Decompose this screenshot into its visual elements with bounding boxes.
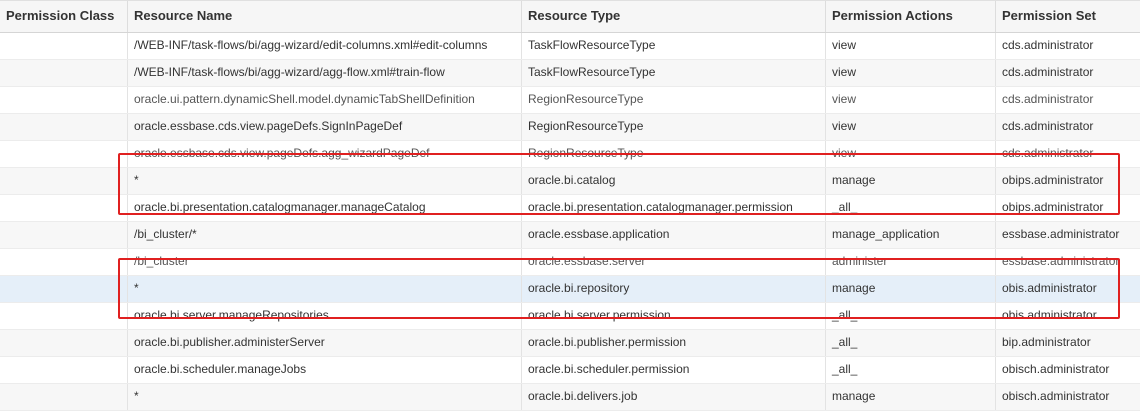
table-row[interactable]: oracle.bi.server.manageRepositories orac… — [0, 303, 1140, 330]
cell-permission-set: obisch.administrator — [1002, 362, 1110, 376]
cell-resource-type: oracle.bi.repository — [522, 276, 826, 302]
table-row[interactable]: oracle.ui.pattern.dynamicShell.model.dyn… — [0, 87, 1140, 114]
cell-permission-actions: view — [826, 141, 996, 167]
cell-permission-actions: view — [826, 87, 996, 113]
cell-resource-name: oracle.bi.server.manageRepositories — [128, 303, 522, 329]
cell-permission-actions: administer — [826, 249, 996, 275]
cell-permission-set: cds.administrator — [1002, 92, 1094, 106]
table-row[interactable]: oracle.bi.publisher.administerServer ora… — [0, 330, 1140, 357]
cell-resource-name: /bi_cluster — [128, 249, 522, 275]
cell-permission-class — [0, 87, 128, 113]
cell-permission-class — [0, 141, 128, 167]
cell-resource-name: * — [128, 384, 522, 410]
table-row[interactable]: * oracle.bi.catalog manage obips.adminis… — [0, 168, 1140, 195]
cell-resource-type: oracle.bi.catalog — [522, 168, 826, 194]
cell-resource-name: oracle.bi.scheduler.manageJobs — [128, 357, 522, 383]
cell-permission-class — [0, 303, 128, 329]
cell-permission-class — [0, 357, 128, 383]
cell-resource-name: oracle.bi.publisher.administerServer — [128, 330, 522, 356]
cell-permission-actions: _all_ — [826, 330, 996, 356]
cell-permission-class — [0, 195, 128, 221]
column-header-permission-class[interactable]: Permission Class — [0, 1, 128, 32]
cell-permission-set: cds.administrator — [1002, 65, 1094, 79]
cell-permission-set: cds.administrator — [1002, 146, 1094, 160]
cell-permission-set: cds.administrator — [1002, 38, 1094, 52]
cell-resource-type: RegionResourceType — [522, 114, 826, 140]
cell-permission-class — [0, 33, 128, 59]
table-row[interactable]: /bi_cluster oracle.essbase.server admini… — [0, 249, 1140, 276]
cell-resource-type: oracle.bi.presentation.catalogmanager.pe… — [522, 195, 826, 221]
cell-permission-set: obips.administrator — [1002, 200, 1104, 214]
cell-resource-name: oracle.essbase.cds.view.pageDefs.agg_wiz… — [128, 141, 522, 167]
cell-resource-type: TaskFlowResourceType — [522, 33, 826, 59]
cell-resource-type: oracle.essbase.application — [522, 222, 826, 248]
cell-permission-set: bip.administrator — [1002, 335, 1091, 349]
cell-permission-set: essbase.administrator — [1002, 254, 1120, 268]
cell-permission-class — [0, 222, 128, 248]
cell-permission-class — [0, 276, 128, 302]
table-row[interactable]: * oracle.bi.delivers.job manage obisch.a… — [0, 384, 1140, 411]
column-header-resource-name[interactable]: Resource Name — [128, 1, 522, 32]
cell-permission-class — [0, 60, 128, 86]
cell-permission-set: cds.administrator — [1002, 119, 1094, 133]
cell-permission-class — [0, 168, 128, 194]
cell-resource-type: RegionResourceType — [522, 87, 826, 113]
cell-resource-name: oracle.bi.presentation.catalogmanager.ma… — [128, 195, 522, 221]
cell-resource-type: oracle.bi.publisher.permission — [522, 330, 826, 356]
table-row-selected[interactable]: * oracle.bi.repository manage obis.admin… — [0, 276, 1140, 303]
cell-resource-type: oracle.bi.delivers.job — [522, 384, 826, 410]
cell-permission-actions: manage — [826, 384, 996, 410]
table-row[interactable]: oracle.essbase.cds.view.pageDefs.agg_wiz… — [0, 141, 1140, 168]
table-row[interactable]: oracle.essbase.cds.view.pageDefs.SignInP… — [0, 114, 1140, 141]
cell-resource-name: /bi_cluster/* — [128, 222, 522, 248]
table-row[interactable]: /bi_cluster/* oracle.essbase.application… — [0, 222, 1140, 249]
cell-permission-class — [0, 384, 128, 410]
table-row[interactable]: oracle.bi.presentation.catalogmanager.ma… — [0, 195, 1140, 222]
cell-resource-type: oracle.bi.server.permission — [522, 303, 826, 329]
cell-resource-type: oracle.bi.scheduler.permission — [522, 357, 826, 383]
cell-resource-name: oracle.essbase.cds.view.pageDefs.SignInP… — [128, 114, 522, 140]
cell-resource-type: RegionResourceType — [522, 141, 826, 167]
cell-resource-name: * — [128, 168, 522, 194]
cell-permission-actions: manage — [826, 276, 996, 302]
table-row[interactable]: /WEB-INF/task-flows/bi/agg-wizard/agg-fl… — [0, 60, 1140, 87]
cell-permission-class — [0, 330, 128, 356]
cell-permission-set: essbase.administrator — [1002, 227, 1120, 241]
cell-permission-actions: view — [826, 114, 996, 140]
cell-resource-name: /WEB-INF/task-flows/bi/agg-wizard/edit-c… — [128, 33, 522, 59]
column-header-permission-actions[interactable]: Permission Actions — [826, 1, 996, 32]
cell-permission-actions: manage_application — [826, 222, 996, 248]
cell-permission-class — [0, 249, 128, 275]
cell-permission-actions: manage — [826, 168, 996, 194]
cell-permission-class — [0, 114, 128, 140]
table-header: Permission Class Resource Name Resource … — [0, 0, 1140, 33]
cell-permission-set: obis.administrator — [1002, 308, 1097, 322]
cell-permission-actions: _all_ — [826, 303, 996, 329]
column-header-permission-set[interactable]: Permission Set — [996, 1, 1140, 32]
cell-permission-actions: view — [826, 33, 996, 59]
cell-permission-set: obips.administrator — [1002, 173, 1104, 187]
cell-permission-set: obisch.administrator — [1002, 389, 1110, 403]
column-header-resource-type[interactable]: Resource Type — [522, 1, 826, 32]
permissions-table: Permission Class Resource Name Resource … — [0, 0, 1140, 411]
cell-permission-set: obis.administrator — [1002, 281, 1097, 295]
cell-permission-actions: _all_ — [826, 195, 996, 221]
cell-permission-actions: view — [826, 60, 996, 86]
cell-resource-name: oracle.ui.pattern.dynamicShell.model.dyn… — [128, 87, 522, 113]
cell-permission-actions: _all_ — [826, 357, 996, 383]
cell-resource-type: oracle.essbase.server — [522, 249, 826, 275]
table-row[interactable]: /WEB-INF/task-flows/bi/agg-wizard/edit-c… — [0, 33, 1140, 60]
cell-resource-name: * — [128, 276, 522, 302]
cell-resource-name: /WEB-INF/task-flows/bi/agg-wizard/agg-fl… — [128, 60, 522, 86]
table-row[interactable]: oracle.bi.scheduler.manageJobs oracle.bi… — [0, 357, 1140, 384]
cell-resource-type: TaskFlowResourceType — [522, 60, 826, 86]
